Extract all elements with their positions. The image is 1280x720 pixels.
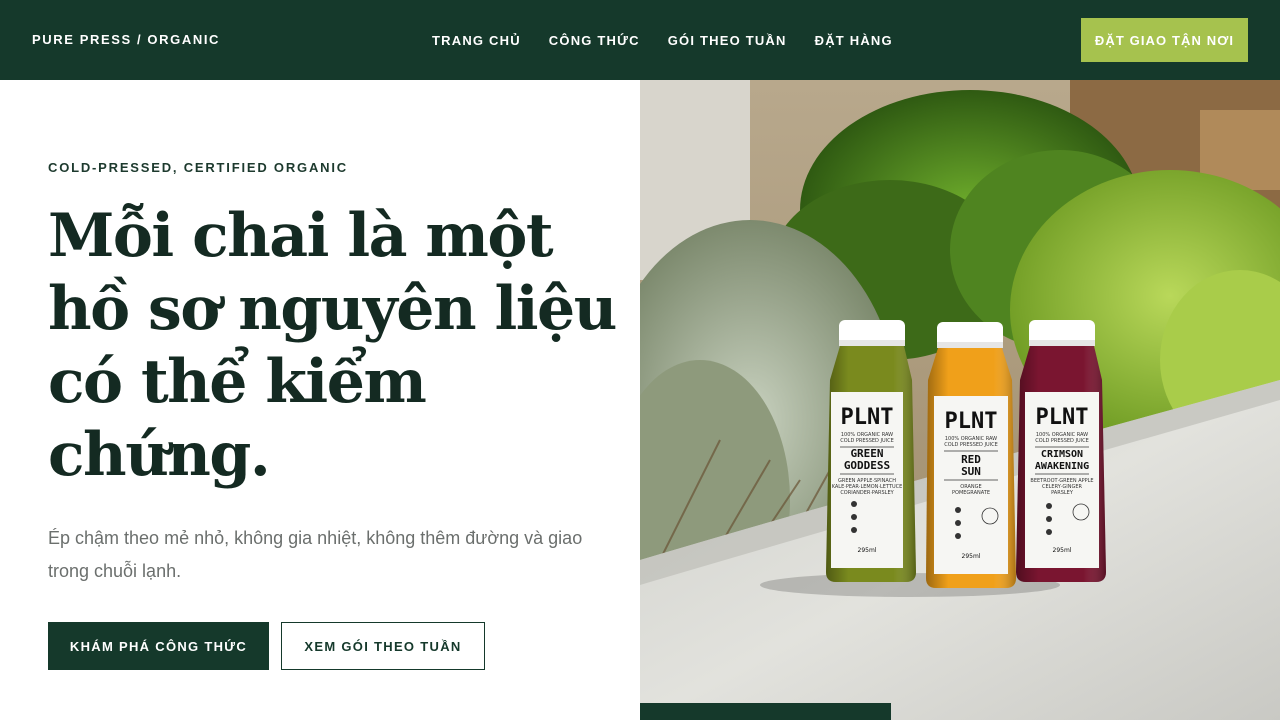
hero-headline: Mỗi chai là một hồ sơ nguyên liệu có thể… <box>48 201 617 490</box>
view-weekly-plans-button[interactable]: XEM GÓI THEO TUẦN <box>281 622 485 670</box>
top-navigation-bar: PURE PRESS / ORGANIC TRANG CHỦ CÔNG THỨC… <box>0 0 1280 80</box>
bottle-3-name-2: AWAKENING <box>1035 461 1089 472</box>
bottle-1-ingredients-3: CORIANDER·PARSLEY <box>840 490 894 496</box>
bottle-1-name-2: GODDESS <box>844 459 890 472</box>
hero-description: Ép chậm theo mẻ nhỏ, không gia nhiệt, kh… <box>48 528 583 581</box>
bottle-2-name-2: SUN <box>961 465 981 478</box>
nav-link-order[interactable]: ĐẶT HÀNG <box>815 33 893 48</box>
explore-recipes-button[interactable]: KHÁM PHÁ CÔNG THỨC <box>48 622 269 670</box>
bottle-2-ingredients-2: POMEGRANATE <box>952 490 990 496</box>
nav-link-recipes[interactable]: CÔNG THỨC <box>549 33 640 48</box>
bottle-2-subtitle-2: COLD PRESSED JUICE <box>944 442 998 448</box>
main-nav: TRANG CHỦ CÔNG THỨC GÓI THEO TUẦN ĐẶT HÀ… <box>432 0 921 80</box>
photo-caption-tab <box>640 703 891 720</box>
hero-content: COLD-PRESSED, CERTIFIED ORGANIC Mỗi chai… <box>0 80 640 720</box>
bottle-2-volume: 295ml <box>962 553 981 560</box>
bottle-2-brand: PLNT <box>945 409 998 434</box>
bottle-3-volume: 295ml <box>1053 547 1072 554</box>
juice-bottles-photo: PLNT 100% ORGANIC RAW COLD PRESSED JUICE… <box>640 80 1280 720</box>
bottle-green-goddess: PLNT 100% ORGANIC RAW COLD PRESSED JUICE… <box>826 320 916 582</box>
bottle-1-volume: 295ml <box>858 547 877 554</box>
bottle-3-ingredients-3: PARSLEY <box>1051 490 1074 496</box>
bottle-3-subtitle-2: COLD PRESSED JUICE <box>1035 438 1089 444</box>
bottle-3-name-1: CRIMSON <box>1041 449 1083 460</box>
bottle-red-sun: PLNT 100% ORGANIC RAW COLD PRESSED JUICE… <box>926 322 1016 588</box>
hero-photo: PLNT 100% ORGANIC RAW COLD PRESSED JUICE… <box>640 80 1280 720</box>
nav-link-home[interactable]: TRANG CHỦ <box>432 33 521 48</box>
home-delivery-button[interactable]: ĐẶT GIAO TẬN NƠI <box>1081 18 1248 62</box>
nav-link-weekly-plans[interactable]: GÓI THEO TUẦN <box>668 33 787 48</box>
bottle-1-brand: PLNT <box>841 405 894 430</box>
bottle-crimson-awakening: PLNT 100% ORGANIC RAW COLD PRESSED JUICE… <box>1016 320 1106 582</box>
hero-eyebrow: COLD-PRESSED, CERTIFIED ORGANIC <box>48 160 348 175</box>
bottle-1-subtitle-2: COLD PRESSED JUICE <box>840 438 894 444</box>
bottle-3-brand: PLNT <box>1036 405 1089 430</box>
brand-logo[interactable]: PURE PRESS / ORGANIC <box>32 0 220 80</box>
